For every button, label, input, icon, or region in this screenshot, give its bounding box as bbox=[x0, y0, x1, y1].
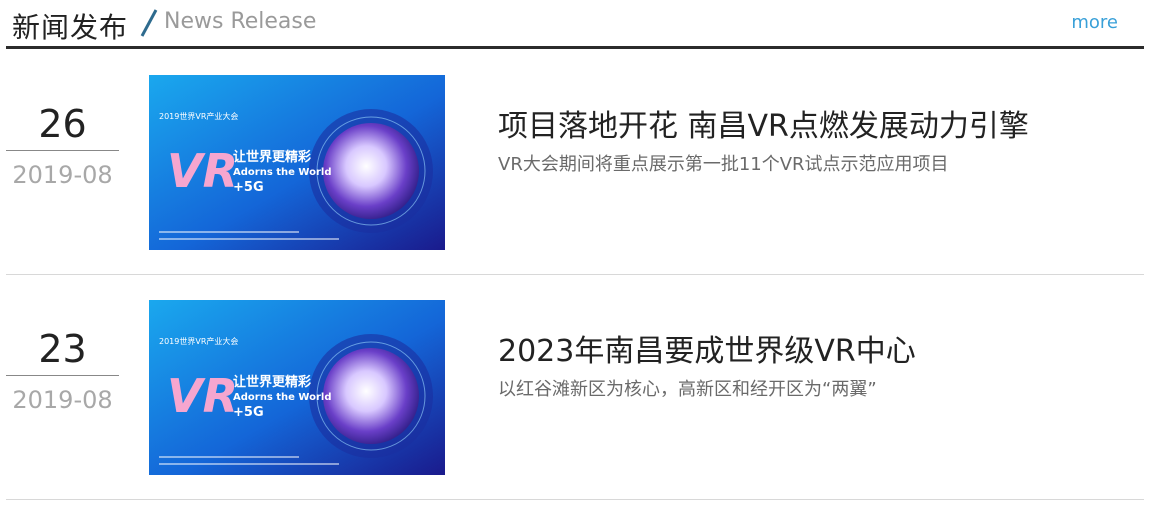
news-item[interactable]: 26 2019-08 2019世界VR产业大会 VR 让世界更精彩 Adorns… bbox=[6, 50, 1144, 275]
news-day: 26 bbox=[38, 102, 87, 146]
section-subtitle: News Release bbox=[164, 9, 317, 34]
section-header: 新闻发布 News Release more bbox=[6, 0, 1144, 49]
news-item[interactable]: 23 2019-08 2019世界VR产业大会 VR 让世界更精彩 Adorns… bbox=[6, 275, 1144, 500]
news-headline[interactable]: 2023年南昌要成世界级VR中心 bbox=[498, 331, 1138, 373]
news-year-month: 2019-08 bbox=[12, 386, 113, 414]
image-badge: 2019世界VR产业大会 bbox=[159, 336, 238, 346]
news-text: 2023年南昌要成世界级VR中心 以红谷滩新区为核心，高新区和经开区为“两翼” bbox=[498, 331, 1138, 403]
news-text: 项目落地开花 南昌VR点燃发展动力引擎 VR大会期间将重点展示第一批11个VR试… bbox=[498, 106, 1138, 178]
image-slogan-en: Adorns the World bbox=[233, 167, 331, 178]
news-thumbnail[interactable]: 2019世界VR产业大会 VR 让世界更精彩 Adorns the World … bbox=[149, 300, 445, 475]
section-title: 新闻发布 bbox=[12, 11, 129, 44]
image-slogan-en: Adorns the World bbox=[233, 392, 331, 403]
news-year-month: 2019-08 bbox=[12, 161, 113, 189]
slash-divider-icon bbox=[140, 9, 158, 37]
news-summary: VR大会期间将重点展示第一批11个VR试点示范应用项目 bbox=[498, 154, 949, 175]
image-tag: +5G bbox=[233, 405, 264, 420]
image-big-text: VR bbox=[167, 369, 238, 423]
image-big-text: VR bbox=[167, 144, 238, 198]
image-slogan-cn: 让世界更精彩 bbox=[233, 149, 311, 165]
image-slogan-cn: 让世界更精彩 bbox=[233, 374, 311, 390]
image-badge: 2019世界VR产业大会 bbox=[159, 111, 238, 121]
news-day: 23 bbox=[38, 327, 87, 371]
news-headline[interactable]: 项目落地开花 南昌VR点燃发展动力引擎 bbox=[498, 106, 1138, 148]
more-link[interactable]: more bbox=[1071, 12, 1118, 33]
news-date: 26 2019-08 bbox=[6, 98, 119, 199]
news-date: 23 2019-08 bbox=[6, 323, 119, 424]
image-tag: +5G bbox=[233, 180, 264, 195]
news-thumbnail[interactable]: 2019世界VR产业大会 VR 让世界更精彩 Adorns the World … bbox=[149, 75, 445, 250]
news-summary: 以红谷滩新区为核心，高新区和经开区为“两翼” bbox=[498, 379, 877, 400]
